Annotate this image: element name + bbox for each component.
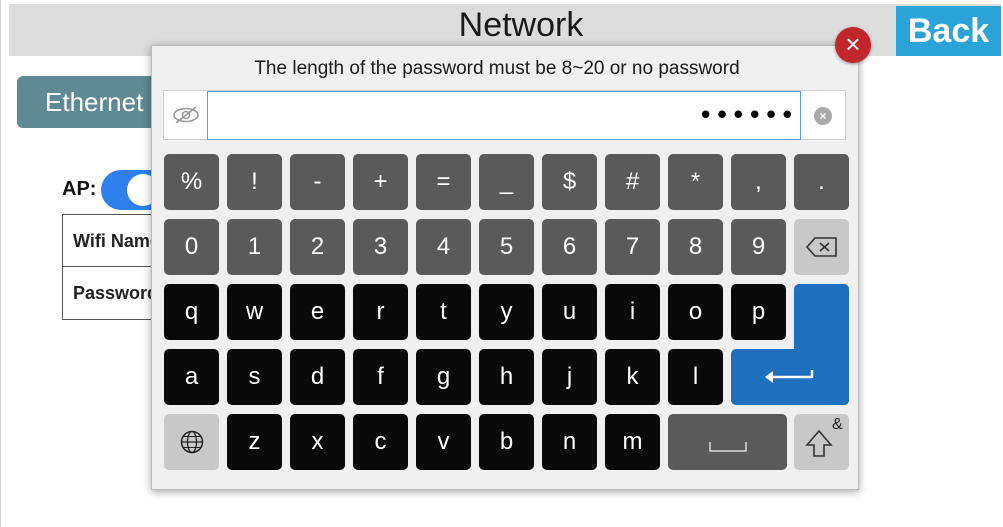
close-icon[interactable]: × xyxy=(835,27,871,63)
key-letter[interactable]: l xyxy=(668,349,723,405)
ap-label: AP: xyxy=(62,178,97,200)
key-symbol[interactable]: - xyxy=(290,154,345,210)
backspace-key[interactable] xyxy=(794,219,849,275)
key-letter[interactable]: p xyxy=(731,284,786,340)
key-digit[interactable]: 5 xyxy=(479,219,534,275)
key-symbol[interactable]: * xyxy=(668,154,723,210)
key-symbol[interactable]: _ xyxy=(479,154,534,210)
key-digit[interactable]: 8 xyxy=(668,219,723,275)
key-letter[interactable]: d xyxy=(290,349,345,405)
key-letter[interactable]: x xyxy=(290,414,345,470)
key-letter[interactable]: t xyxy=(416,284,471,340)
key-symbol[interactable]: + xyxy=(353,154,408,210)
key-letter[interactable]: i xyxy=(605,284,660,340)
key-letter[interactable]: a xyxy=(164,349,219,405)
key-letter[interactable]: n xyxy=(542,414,597,470)
key-letter[interactable]: g xyxy=(416,349,471,405)
shift-key[interactable]: & xyxy=(794,414,849,470)
backspace-icon xyxy=(805,237,837,257)
key-digit[interactable]: 0 xyxy=(164,219,219,275)
password-hint: The length of the password must be 8~20 … xyxy=(254,58,740,79)
password-input[interactable] xyxy=(207,91,801,140)
key-digit[interactable]: 2 xyxy=(290,219,345,275)
key-symbol[interactable]: ! xyxy=(227,154,282,210)
key-letter[interactable]: q xyxy=(164,284,219,340)
key-symbol[interactable]: % xyxy=(164,154,219,210)
key-symbol[interactable]: , xyxy=(731,154,786,210)
key-digit[interactable]: 6 xyxy=(542,219,597,275)
key-letter[interactable]: c xyxy=(353,414,408,470)
key-letter[interactable]: b xyxy=(479,414,534,470)
key-letter[interactable]: h xyxy=(479,349,534,405)
globe-icon xyxy=(180,430,203,454)
key-letter[interactable]: s xyxy=(227,349,282,405)
key-symbol[interactable]: . xyxy=(794,154,849,210)
clear-icon[interactable]: × xyxy=(814,107,832,125)
space-key[interactable] xyxy=(668,414,787,470)
key-symbol[interactable]: = xyxy=(416,154,471,210)
back-button[interactable]: Back xyxy=(896,6,1001,56)
key-letter[interactable]: e xyxy=(290,284,345,340)
key-symbol[interactable]: $ xyxy=(542,154,597,210)
key-letter[interactable]: m xyxy=(605,414,660,470)
space-icon xyxy=(708,442,747,452)
key-symbol[interactable]: # xyxy=(605,154,660,210)
shift-alt-symbol: & xyxy=(832,416,843,433)
key-letter[interactable]: r xyxy=(353,284,408,340)
key-letter[interactable]: f xyxy=(353,349,408,405)
language-key[interactable] xyxy=(164,414,219,470)
key-letter[interactable]: j xyxy=(542,349,597,405)
network-screen: Network Back Ethernet AP: Wifi Name Pass… xyxy=(0,0,1003,527)
key-digit[interactable]: 3 xyxy=(353,219,408,275)
key-digit[interactable]: 9 xyxy=(731,219,786,275)
key-digit[interactable]: 1 xyxy=(227,219,282,275)
enter-icon xyxy=(765,370,814,383)
key-letter[interactable]: z xyxy=(227,414,282,470)
shift-icon xyxy=(805,429,833,457)
eye-icon[interactable] xyxy=(171,103,201,127)
key-letter[interactable]: v xyxy=(416,414,471,470)
key-letter[interactable]: u xyxy=(542,284,597,340)
key-letter[interactable]: y xyxy=(479,284,534,340)
key-digit[interactable]: 7 xyxy=(605,219,660,275)
key-letter[interactable]: k xyxy=(605,349,660,405)
key-letter[interactable]: w xyxy=(227,284,282,340)
key-letter[interactable]: o xyxy=(668,284,723,340)
key-digit[interactable]: 4 xyxy=(416,219,471,275)
